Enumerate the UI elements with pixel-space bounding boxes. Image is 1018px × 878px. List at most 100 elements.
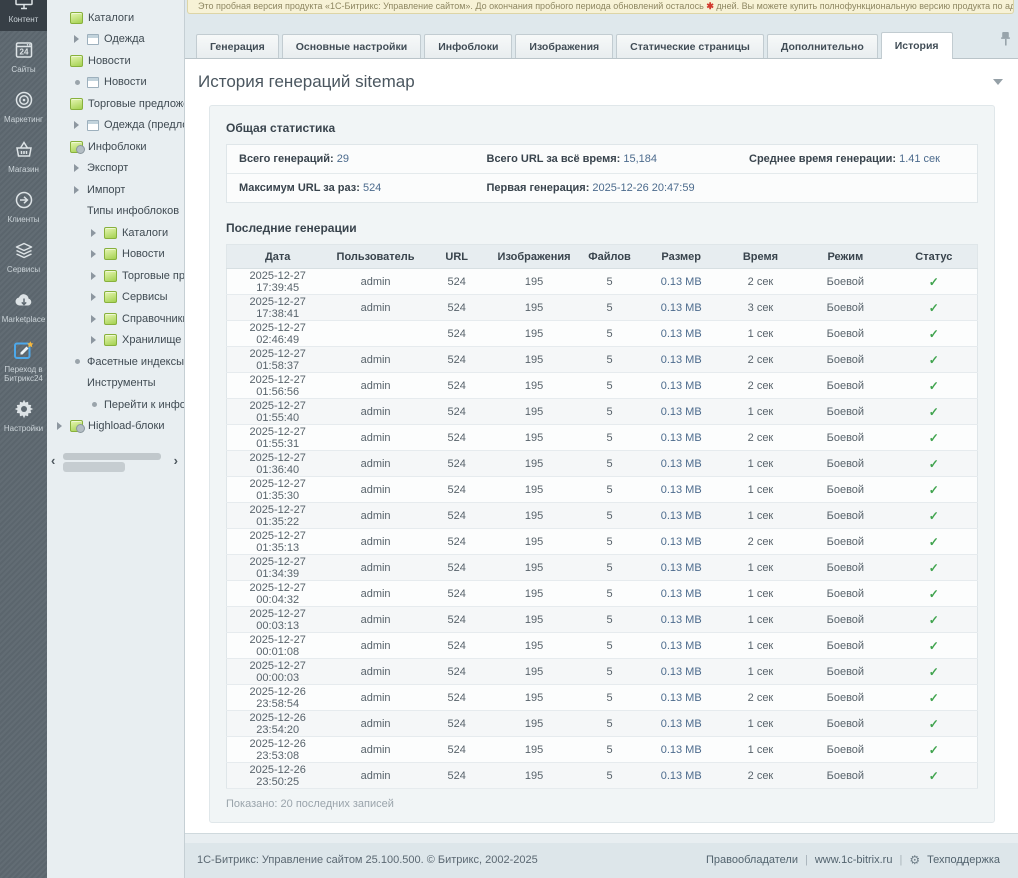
tree-item[interactable]: Одежда (предложения)	[47, 115, 184, 137]
tree-item[interactable]: Одежда	[47, 29, 184, 51]
tree-item[interactable]: Highload-блоки	[47, 416, 184, 438]
chevron-down-icon[interactable]	[993, 79, 1003, 85]
table-row[interactable]: 2025-12-27 01:34:39admin52419550.13 MB1 …	[227, 555, 978, 581]
sidebar-item-label: Настройки	[4, 424, 43, 433]
table-cell	[328, 321, 422, 347]
tab-5[interactable]: Статические страницы	[616, 34, 764, 58]
tree-scrollbar: ‹ ›	[47, 450, 184, 478]
tree-item[interactable]: Фасетные индексы	[47, 351, 184, 373]
expand-arrow-icon[interactable]	[57, 422, 66, 430]
scroll-right-icon[interactable]: ›	[174, 454, 178, 468]
tree-item[interactable]: Типы инфоблоков	[47, 201, 184, 223]
sidebar-item-clients[interactable]: Клиенты	[0, 181, 47, 231]
tree-item[interactable]: Торговые предложения	[47, 93, 184, 115]
tree-item[interactable]: Каталоги	[47, 222, 184, 244]
table-row[interactable]: 2025-12-26 23:58:54admin52419550.13 MB2 …	[227, 685, 978, 711]
sidebar-item-label: Клиенты	[7, 215, 39, 224]
table-cell: 1 сек	[721, 737, 800, 763]
tree-item[interactable]: Перейти к инфоблоку /	[47, 394, 184, 416]
tree-item[interactable]: Сервисы	[47, 287, 184, 309]
main-area: Это пробная версия продукта «1С-Битрикс:…	[185, 0, 1018, 878]
tree-item[interactable]: Импорт	[47, 179, 184, 201]
tab-2[interactable]: Основные настройки	[282, 34, 421, 58]
expand-arrow-icon[interactable]	[91, 315, 100, 323]
expand-arrow-icon[interactable]	[91, 229, 100, 237]
table-row[interactable]: 2025-12-27 17:38:41admin52419550.13 MB3 …	[227, 295, 978, 321]
table-row[interactable]: 2025-12-27 00:04:32admin52419550.13 MB1 …	[227, 581, 978, 607]
pin-icon[interactable]	[1000, 31, 1011, 51]
table-row[interactable]: 2025-12-27 17:39:45admin52419550.13 MB2 …	[227, 269, 978, 295]
footer-link-site[interactable]: www.1c-bitrix.ru	[815, 854, 893, 866]
sidebar-item-marketplace[interactable]: Marketplace	[0, 281, 47, 331]
expand-arrow-icon[interactable]	[74, 121, 83, 129]
tree-item[interactable]: Экспорт	[47, 158, 184, 180]
expand-arrow-icon[interactable]	[74, 186, 83, 194]
tree-item-label: Хранилище данных	[122, 334, 184, 346]
table-row[interactable]: 2025-12-26 23:53:08admin52419550.13 MB1 …	[227, 737, 978, 763]
tree-item[interactable]: Справочники	[47, 308, 184, 330]
sidebar-item-sites[interactable]: 24Сайты	[0, 31, 47, 81]
table-row[interactable]: 2025-12-27 00:00:03admin52419550.13 MB1 …	[227, 659, 978, 685]
table-cell: 5	[577, 711, 641, 737]
tab-3[interactable]: Инфоблоки	[424, 34, 512, 58]
table-row[interactable]: 2025-12-27 01:58:37admin52419550.13 MB2 …	[227, 347, 978, 373]
scroll-left-icon[interactable]: ‹	[51, 454, 55, 468]
sidebar-item-shop[interactable]: Магазин	[0, 131, 47, 181]
table-row[interactable]: 2025-12-27 01:35:22admin52419550.13 MB1 …	[227, 503, 978, 529]
expand-arrow-icon[interactable]	[91, 293, 100, 301]
expand-arrow-icon[interactable]	[91, 272, 100, 280]
tree-item[interactable]: Новости	[47, 244, 184, 266]
tree-item[interactable]: Торговые предложе	[47, 265, 184, 287]
table-row[interactable]: 2025-12-27 00:01:08admin52419550.13 MB1 …	[227, 633, 978, 659]
table-cell: Боевой	[800, 607, 891, 633]
scrollbar-thumb[interactable]	[63, 453, 161, 460]
tree-item[interactable]: Инструменты	[47, 373, 184, 395]
table-row[interactable]: 2025-12-27 01:55:31admin52419550.13 MB2 …	[227, 425, 978, 451]
table-cell: 524	[423, 399, 491, 425]
table-cell: admin	[328, 269, 422, 295]
table-cell: 195	[491, 763, 578, 789]
footer-link-support[interactable]: Техподдержка	[927, 854, 1000, 866]
sidebar-item-content[interactable]: Контент	[0, 0, 47, 31]
table-cell: Боевой	[800, 295, 891, 321]
table-cell: 195	[491, 685, 578, 711]
table-cell: 195	[491, 477, 578, 503]
expand-arrow-icon[interactable]	[74, 164, 83, 172]
tree-item[interactable]: Новости	[47, 50, 184, 72]
table-row[interactable]: 2025-12-27 01:35:13admin52419550.13 MB2 …	[227, 529, 978, 555]
sidebar-item-services[interactable]: Сервисы	[0, 231, 47, 281]
expand-arrow-icon[interactable]	[91, 336, 100, 344]
tree-item[interactable]: Новости	[47, 72, 184, 94]
table-cell: 524	[423, 529, 491, 555]
table-row[interactable]: 2025-12-27 01:56:56admin52419550.13 MB2 …	[227, 373, 978, 399]
table-cell: 5	[577, 399, 641, 425]
table-row[interactable]: 2025-12-27 01:35:30admin52419550.13 MB1 …	[227, 477, 978, 503]
table-row[interactable]: 2025-12-27 01:36:40admin52419550.13 MB1 …	[227, 451, 978, 477]
tree-item[interactable]: Инфоблоки	[47, 136, 184, 158]
table-row[interactable]: 2025-12-27 00:03:13admin52419550.13 MB1 …	[227, 607, 978, 633]
sidebar-item-settings[interactable]: Настройки	[0, 390, 47, 440]
table-row[interactable]: 2025-12-26 23:54:20admin52419550.13 MB1 …	[227, 711, 978, 737]
table-cell: 1 сек	[721, 555, 800, 581]
trial-text-2: дней. Вы можете купить полнофункциональн…	[716, 1, 1014, 11]
tab-1[interactable]: Генерация	[196, 34, 279, 58]
sidebar-item-marketing[interactable]: Маркетинг	[0, 81, 47, 131]
table-cell: 195	[491, 607, 578, 633]
table-row[interactable]: 2025-12-27 02:46:4952419550.13 MB1 секБо…	[227, 321, 978, 347]
tree-item[interactable]: Каталоги	[47, 7, 184, 29]
table-cell: admin	[328, 347, 422, 373]
tree-item[interactable]: Хранилище данных	[47, 330, 184, 352]
tab-6[interactable]: Дополнительно	[767, 34, 878, 58]
tab-7[interactable]: История	[881, 32, 953, 59]
table-cell: 0.13 MB	[642, 659, 721, 685]
tab-4[interactable]: Изображения	[515, 34, 613, 58]
expand-arrow-icon[interactable]	[91, 250, 100, 258]
table-cell: Боевой	[800, 477, 891, 503]
table-row[interactable]: 2025-12-27 01:55:40admin52419550.13 MB1 …	[227, 399, 978, 425]
scrollbar-thumb-secondary[interactable]	[63, 462, 125, 472]
sidebar-item-bitrix24[interactable]: Переход в Битрикс24	[0, 331, 47, 390]
table-row[interactable]: 2025-12-26 23:50:25admin52419550.13 MB2 …	[227, 763, 978, 789]
expand-arrow-icon[interactable]	[74, 35, 83, 43]
support-gear-icon[interactable]: ⚙	[909, 853, 920, 867]
footer-link-rightholders[interactable]: Правообладатели	[706, 854, 798, 866]
